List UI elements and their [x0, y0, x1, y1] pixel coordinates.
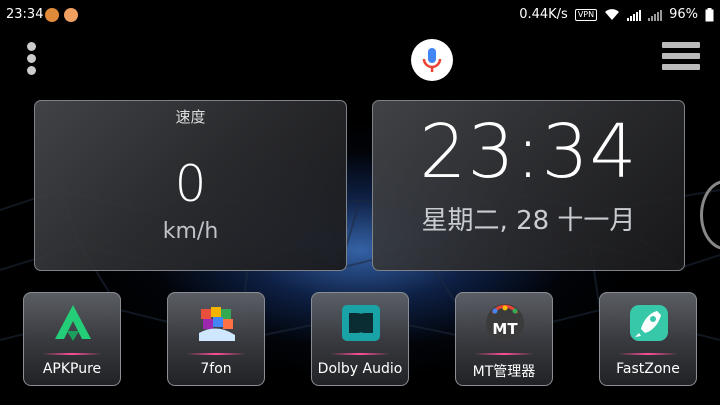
- app-tile-mt-manager[interactable]: MT MT管理器: [455, 292, 553, 386]
- battery-icon: [705, 7, 714, 21]
- speed-widget[interactable]: 速度 0 km/h: [34, 100, 347, 271]
- notification-icon: [45, 8, 59, 22]
- app-label: FastZone: [616, 361, 680, 377]
- overflow-menu-icon[interactable]: [25, 42, 37, 76]
- clock-widget[interactable]: 23:34 星期二, 28 十一月: [372, 100, 685, 271]
- vpn-icon: VPN: [574, 8, 598, 21]
- microphone-icon: [422, 48, 442, 72]
- notification-icon: [64, 8, 78, 22]
- app-label: 7fon: [200, 361, 232, 377]
- speed-title: 速度: [175, 108, 206, 126]
- app-label: APKPure: [42, 361, 102, 377]
- menu-icon[interactable]: [662, 42, 700, 74]
- app-tile-7fon[interactable]: 7fon: [167, 292, 265, 386]
- mt-manager-icon: MT: [486, 304, 524, 342]
- 7fon-icon: [199, 307, 235, 341]
- app-label: MT管理器: [472, 364, 536, 380]
- speed-unit: km/h: [162, 219, 219, 244]
- signal-icon: [627, 9, 642, 21]
- svg-text:MT: MT: [492, 320, 518, 338]
- signal-icon: [648, 9, 663, 21]
- clock-time: 23:34: [419, 109, 638, 195]
- voice-search-button[interactable]: [411, 39, 453, 81]
- app-label: Dolby Audio: [317, 361, 403, 377]
- status-bar: 23:34 0.44K/s VPN 96%: [0, 0, 720, 30]
- app-tile-fastzone[interactable]: FastZone: [599, 292, 697, 386]
- net-speed: 0.44K/s: [519, 7, 568, 22]
- apkpure-icon: [55, 305, 91, 341]
- battery-level: 96%: [669, 7, 698, 22]
- speed-value: 0: [174, 155, 207, 213]
- clock-date: 星期二, 28 十一月: [421, 206, 636, 236]
- rocket-icon: [630, 305, 668, 341]
- app-tile-dolby-audio[interactable]: Dolby Audio: [311, 292, 409, 386]
- app-tile-apkpure[interactable]: APKPure: [23, 292, 121, 386]
- wifi-icon: [605, 8, 620, 20]
- dolby-icon: [342, 305, 380, 341]
- status-time: 23:34: [6, 7, 44, 22]
